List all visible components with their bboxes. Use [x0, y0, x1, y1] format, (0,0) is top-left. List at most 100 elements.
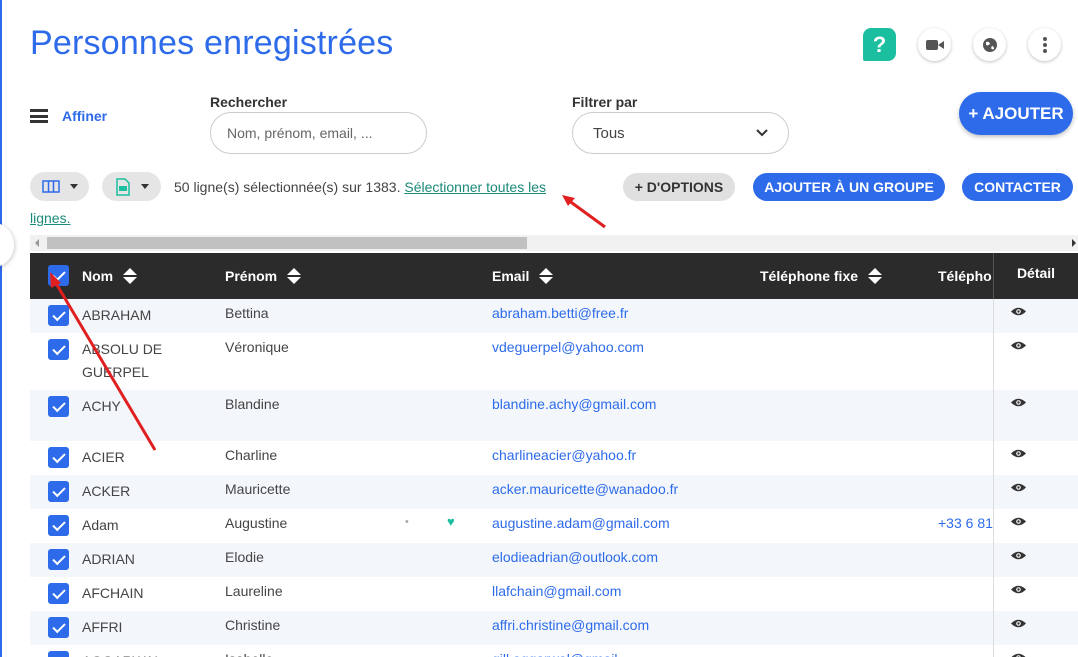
row-checkbox[interactable] — [48, 549, 69, 570]
search-input[interactable] — [210, 112, 427, 154]
more-vertical-icon — [1042, 36, 1047, 53]
eye-icon[interactable] — [1010, 397, 1027, 408]
heart-icon[interactable]: ♥ — [447, 514, 455, 529]
table-row[interactable]: ACHY Blandine blandine.achy@gmail.com — [30, 390, 1078, 441]
table-header: Nom Prénom Email Téléphone fixe Télépho … — [30, 253, 1078, 299]
cell-email[interactable]: elodieadrian@outlook.com — [492, 546, 658, 569]
cell-nom: ABRAHAM — [82, 307, 152, 323]
globe-button[interactable] — [973, 28, 1006, 61]
contact-button[interactable]: CONTACTER — [962, 173, 1073, 201]
eye-icon[interactable] — [1010, 584, 1027, 595]
cell-email[interactable]: acker.mauricette@wanadoo.fr — [492, 478, 678, 501]
eye-icon[interactable] — [1010, 652, 1027, 657]
row-checkbox[interactable] — [48, 617, 69, 638]
table-row[interactable]: AGGARWAL Isabelle gill.aggarwal@gmail — [30, 645, 1078, 657]
detail-cell — [993, 390, 1078, 441]
row-checkbox[interactable] — [48, 651, 69, 657]
eye-icon[interactable] — [1010, 516, 1027, 527]
table-row[interactable]: AFCHAIN Laureline llafchain@gmail.com — [30, 577, 1078, 611]
cell-email[interactable]: charlineacier@yahoo.fr — [492, 444, 636, 467]
select-all-link-continued[interactable]: lignes. — [30, 210, 70, 226]
menu-icon — [30, 109, 48, 123]
detail-cell — [993, 509, 1078, 543]
add-button[interactable]: + AJOUTER — [959, 92, 1073, 135]
row-checkbox[interactable] — [48, 396, 69, 417]
select-all-link[interactable]: Sélectionner toutes les — [404, 179, 546, 195]
more-options-button[interactable] — [1028, 28, 1061, 61]
columns-button[interactable] — [30, 172, 89, 201]
columns-icon — [41, 180, 60, 193]
row-checkbox[interactable] — [48, 515, 69, 536]
top-actions: ? — [863, 28, 1061, 61]
eye-icon[interactable] — [1010, 618, 1027, 629]
table-row[interactable]: AFFRI Christine affri.christine@gmail.com — [30, 611, 1078, 645]
cell-telephone-mobile[interactable]: +33 6 81 — [938, 512, 993, 535]
row-checkbox[interactable] — [48, 583, 69, 604]
lightbulb-icon: • — [405, 516, 409, 528]
table-row[interactable]: ACIER Charline charlineacier@yahoo.fr — [30, 441, 1078, 475]
cell-email[interactable]: affri.christine@gmail.com — [492, 614, 649, 637]
cell-email[interactable]: gill.aggarwal@gmail — [492, 648, 618, 657]
cell-email[interactable]: llafchain@gmail.com — [492, 580, 621, 603]
cell-nom: ACIER — [82, 449, 125, 465]
cell-nom: ACKER — [82, 483, 131, 499]
cell-nom: AGGARWAL — [82, 650, 202, 657]
caret-down-icon — [69, 184, 78, 189]
caret-down-icon — [140, 184, 149, 189]
eye-icon[interactable] — [1010, 306, 1027, 317]
column-telephone-mobile-label: Télépho — [938, 268, 992, 284]
video-button[interactable] — [918, 28, 951, 61]
column-telephone-fixe-label: Téléphone fixe — [760, 268, 859, 284]
eye-icon[interactable] — [1010, 448, 1027, 459]
search-label: Rechercher — [210, 94, 288, 110]
eye-icon[interactable] — [1010, 550, 1027, 561]
more-options-pill[interactable]: + D'OPTIONS — [623, 173, 735, 201]
export-button[interactable] — [102, 172, 161, 201]
table-row[interactable]: ACKER Mauricette acker.mauricette@wanadoo.… — [30, 475, 1078, 509]
affiner-toggle[interactable]: Affiner — [30, 108, 107, 124]
table-row[interactable]: Adam Augustine augustine.adam@gmail.com +33… — [30, 509, 1078, 543]
detail-cell — [993, 577, 1078, 611]
page-title: Personnes enregistrées — [30, 24, 394, 62]
horizontal-scrollbar[interactable] — [30, 235, 1078, 251]
column-telephone-mobile[interactable]: Télépho — [938, 253, 993, 299]
detail-cell — [993, 645, 1078, 657]
table-row[interactable]: ADRIAN Elodie elodieadrian@outlook.com — [30, 543, 1078, 577]
selection-status: 50 ligne(s) sélectionnée(s) sur 1383. Sé… — [174, 177, 604, 197]
row-checkbox[interactable] — [48, 305, 69, 326]
filter-select[interactable]: Tous — [572, 112, 789, 154]
scroll-left-icon[interactable] — [35, 239, 39, 247]
add-to-group-button[interactable]: AJOUTER À UN GROUPE — [753, 173, 945, 201]
eye-icon[interactable] — [1010, 482, 1027, 493]
row-checkbox[interactable] — [48, 481, 69, 502]
select-all-checkbox[interactable] — [48, 265, 69, 286]
row-checkbox[interactable] — [48, 447, 69, 468]
column-prenom[interactable]: Prénom — [225, 253, 302, 299]
detail-cell — [993, 441, 1078, 475]
help-button[interactable]: ? — [863, 28, 896, 61]
side-panel-toggle[interactable] — [0, 222, 14, 268]
globe-icon — [982, 37, 997, 52]
detail-cell — [993, 611, 1078, 645]
cell-prenom: Laureline — [225, 583, 283, 599]
cell-email[interactable]: blandine.achy@gmail.com — [492, 393, 656, 416]
column-telephone-fixe[interactable]: Téléphone fixe — [760, 253, 883, 299]
detail-cell — [993, 543, 1078, 577]
cell-email[interactable]: augustine.adam@gmail.com — [492, 512, 670, 535]
cell-email[interactable]: vdeguerpel@yahoo.com — [492, 336, 644, 359]
column-detail: Détail — [993, 253, 1078, 299]
table-row[interactable]: ABRAHAM Bettina abraham.betti@free.fr — [30, 299, 1078, 333]
scrollbar-thumb[interactable] — [47, 237, 527, 249]
column-email[interactable]: Email — [492, 253, 554, 299]
eye-icon[interactable] — [1010, 340, 1027, 351]
cell-nom: ACHY — [82, 398, 121, 414]
row-checkbox[interactable] — [48, 339, 69, 360]
cell-email[interactable]: abraham.betti@free.fr — [492, 302, 628, 325]
scroll-right-icon[interactable] — [1072, 239, 1076, 247]
cell-nom: AFCHAIN — [82, 585, 144, 601]
column-nom[interactable]: Nom — [82, 253, 138, 299]
table-row[interactable]: ABSOLU DE GUERPEL Véronique vdeguerpel@yah… — [30, 333, 1078, 390]
filter-label: Filtrer par — [572, 94, 638, 110]
cell-prenom: Véronique — [225, 339, 289, 355]
annotation-arrow-select-all — [562, 195, 606, 229]
